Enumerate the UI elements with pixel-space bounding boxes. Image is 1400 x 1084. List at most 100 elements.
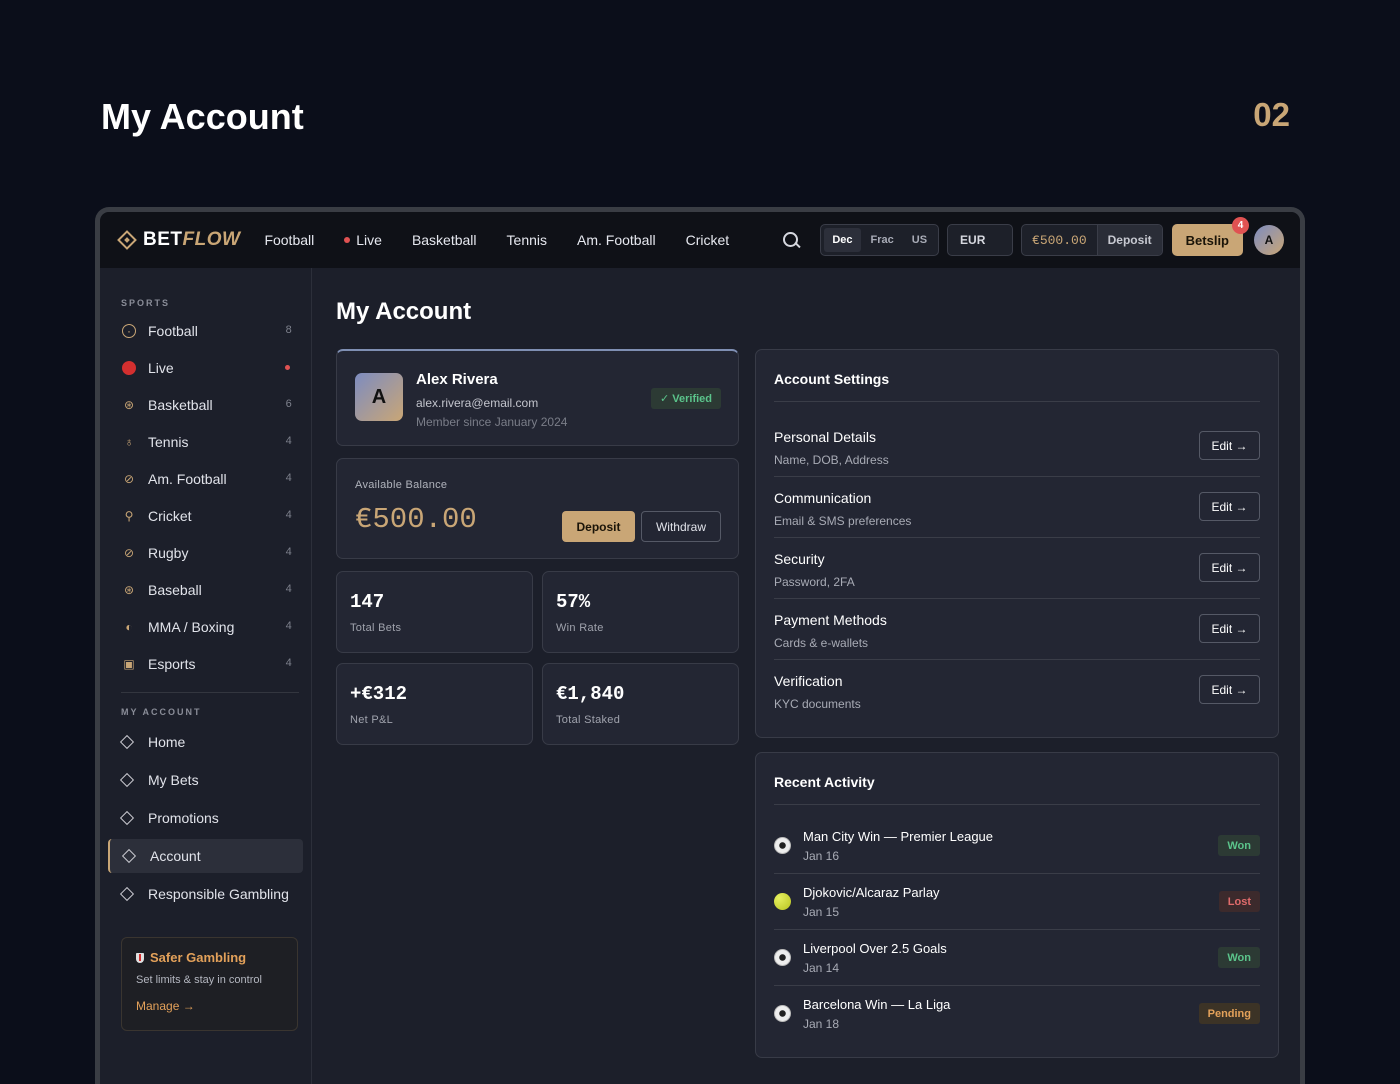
diamond-icon xyxy=(119,810,135,826)
account-nav-home[interactable]: Home xyxy=(108,725,303,759)
activity-row[interactable]: Man City Win — Premier League Jan 16 Won xyxy=(774,818,1260,874)
withdraw-button[interactable]: Withdraw xyxy=(641,511,721,542)
account-settings-title: Account Settings xyxy=(774,371,890,387)
sidebar-item-live[interactable]: Live xyxy=(112,349,300,386)
status-badge: Won xyxy=(1218,835,1260,856)
deposit-button[interactable]: Deposit xyxy=(562,511,635,542)
stat-card-total-staked: €1,840 Total Staked xyxy=(542,663,739,745)
status-badge: Won xyxy=(1218,947,1260,968)
sidebar-item-label: Baseball xyxy=(148,581,202,598)
topbar-balance: €500.00 xyxy=(1022,225,1098,255)
nav-live[interactable]: Live xyxy=(344,232,382,248)
odds-frac[interactable]: Frac xyxy=(863,228,902,252)
setting-description: KYC documents xyxy=(774,697,861,711)
odds-us[interactable]: US xyxy=(904,228,935,252)
user-avatar[interactable]: A xyxy=(1254,225,1284,255)
profile-member-since: Member since January 2024 xyxy=(416,415,568,429)
nav-basketball[interactable]: Basketball xyxy=(412,232,477,248)
verified-badge: ✓ Verified xyxy=(650,388,721,409)
activity-title: Barcelona Win — La Liga xyxy=(803,997,951,1012)
activity-row[interactable]: Liverpool Over 2.5 Goals Jan 14 Won xyxy=(774,930,1260,986)
search-icon[interactable] xyxy=(776,225,806,255)
odds-dec[interactable]: Dec xyxy=(824,228,861,252)
boxing-icon: ◐ xyxy=(125,619,133,634)
nav-cricket[interactable]: Cricket xyxy=(686,232,730,248)
setting-name: Security xyxy=(774,551,825,567)
stat-card-net-pl: +€312 Net P&L xyxy=(336,663,533,745)
account-nav-label: Account xyxy=(150,848,201,864)
account-nav: Home My Bets Promotions Account Responsi… xyxy=(108,725,311,911)
soccer-ball-icon xyxy=(774,949,791,966)
title-divider xyxy=(774,804,1260,805)
safer-gambling-manage-link[interactable]: Manage → xyxy=(136,999,283,1013)
edit-security-button[interactable]: Edit → xyxy=(1199,553,1260,582)
edit-personal-details-button[interactable]: Edit → xyxy=(1199,431,1260,460)
sidebar-item-basketball[interactable]: ⊛ Basketball 6 xyxy=(112,386,300,423)
account-nav-promotions[interactable]: Promotions xyxy=(108,801,303,835)
balance-card: Available Balance €500.00 Deposit Withdr… xyxy=(336,458,739,559)
nav-football[interactable]: Football xyxy=(264,232,314,248)
sidebar-item-label: MMA / Boxing xyxy=(148,618,235,635)
logo[interactable]: BETFLOW xyxy=(116,229,240,251)
sidebar-item-count: 4 xyxy=(285,583,292,596)
balance-box: €500.00 Deposit xyxy=(1021,224,1163,256)
tennis-icon: ♁ xyxy=(124,434,134,449)
currency-select[interactable]: EUR xyxy=(947,224,1014,256)
nav-tennis[interactable]: Tennis xyxy=(507,232,547,248)
edit-payment-methods-button[interactable]: Edit → xyxy=(1199,614,1260,643)
activity-date: Jan 15 xyxy=(803,905,840,919)
stat-label: Net P&L xyxy=(350,714,394,726)
setting-name: Verification xyxy=(774,673,843,689)
setting-row-payment-methods: Payment Methods Cards & e-wallets Edit → xyxy=(774,599,1260,660)
stat-label: Win Rate xyxy=(556,622,604,634)
account-nav-responsible-gambling[interactable]: Responsible Gambling xyxy=(108,877,303,911)
profile-email: alex.rivera@email.com xyxy=(416,396,539,410)
activity-row[interactable]: Djokovic/Alcaraz Parlay Jan 15 Lost xyxy=(774,874,1260,930)
main-title: My Account xyxy=(336,298,472,325)
title-divider xyxy=(774,401,1260,402)
stat-value: 57% xyxy=(556,591,591,613)
sidebar-item-count: 4 xyxy=(285,620,292,633)
nav-am-football[interactable]: Am. Football xyxy=(577,232,656,248)
sidebar-item-esports[interactable]: ▣ Esports 4 xyxy=(112,645,300,682)
betslip-label: Betslip xyxy=(1185,232,1229,248)
logo-flow: FLOW xyxy=(182,229,241,250)
top-nav: Football Live Basketball Tennis Am. Foot… xyxy=(264,232,729,248)
sidebar-item-baseball[interactable]: ⊛ Baseball 4 xyxy=(112,571,300,608)
baseball-icon: ⊛ xyxy=(123,582,135,597)
stat-value: +€312 xyxy=(350,683,408,705)
sidebar-item-rugby[interactable]: ⊘ Rugby 4 xyxy=(112,534,300,571)
status-badge: Lost xyxy=(1218,891,1260,912)
sidebar-item-count: 4 xyxy=(285,472,292,485)
account-nav-label: Home xyxy=(148,734,186,750)
activity-row[interactable]: Barcelona Win — La Liga Jan 18 Pending xyxy=(774,986,1260,1042)
rugby-icon: ⊘ xyxy=(123,545,135,560)
edit-communication-button[interactable]: Edit → xyxy=(1199,492,1260,521)
topbar-deposit-button[interactable]: Deposit xyxy=(1097,225,1162,255)
sidebar-item-cricket[interactable]: ⚲ Cricket 4 xyxy=(112,497,300,534)
edit-verification-button[interactable]: Edit → xyxy=(1199,675,1260,704)
profile-card: A Alex Rivera alex.rivera@email.com Memb… xyxy=(336,349,739,446)
betslip-button[interactable]: Betslip 4 xyxy=(1171,217,1249,256)
sidebar-item-label: Tennis xyxy=(148,433,189,450)
activity-date: Jan 16 xyxy=(803,849,840,863)
logo-diamond-icon xyxy=(117,230,137,250)
account-nav-my-bets[interactable]: My Bets xyxy=(108,763,303,797)
live-icon xyxy=(122,360,136,375)
tennis-ball-icon xyxy=(774,893,791,910)
recent-activity-title: Recent Activity xyxy=(774,774,875,790)
sidebar-item-label: Cricket xyxy=(148,507,192,524)
sidebar-item-am-football[interactable]: ⊘ Am. Football 4 xyxy=(112,460,300,497)
sidebar-item-football[interactable]: · Football 8 xyxy=(112,312,300,349)
app-window: BETFLOW Football Live Basketball Tennis … xyxy=(95,207,1305,1084)
sidebar-item-count: 4 xyxy=(285,546,292,559)
balance-label: Available Balance xyxy=(355,479,448,491)
soccer-ball-icon xyxy=(774,837,791,854)
sidebar: SPORTS · Football 8 Live ⊛ Basketball 6 ♁ Ten… xyxy=(100,268,312,1084)
account-nav-account[interactable]: Account xyxy=(108,839,303,873)
sidebar-item-mma-boxing[interactable]: ◐ MMA / Boxing 4 xyxy=(112,608,300,645)
activity-title: Djokovic/Alcaraz Parlay xyxy=(803,885,940,900)
sidebar-item-tennis[interactable]: ♁ Tennis 4 xyxy=(112,423,300,460)
diamond-icon xyxy=(119,886,135,902)
profile-avatar: A xyxy=(355,373,403,421)
